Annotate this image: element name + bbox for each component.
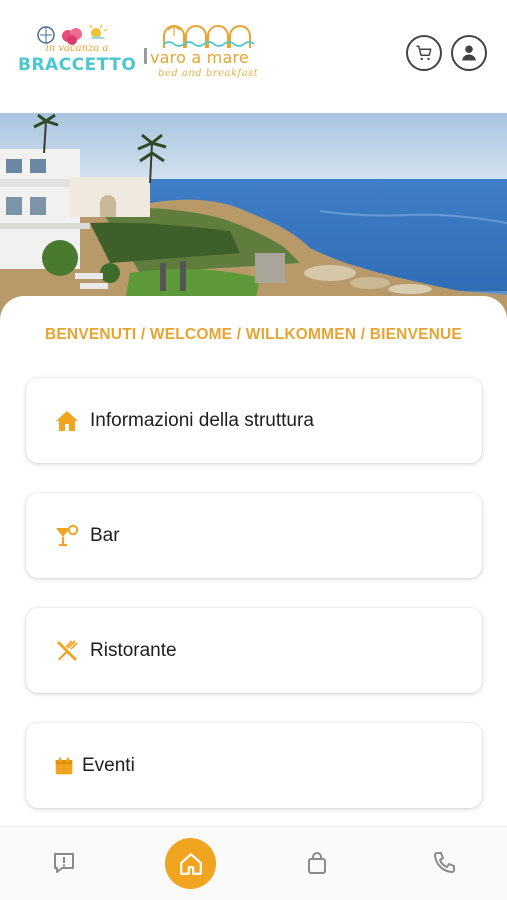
app-header: in vacanza a BRACCETTO varo a mare bed a… [0,0,507,104]
nav-home[interactable] [165,838,216,889]
user-icon [462,45,476,61]
utensils-icon [54,639,80,663]
varo-a-mare-logo[interactable]: varo a mare bed and breakfast [144,22,276,84]
braccetto-logo[interactable]: in vacanza a BRACCETTO [18,24,136,80]
calendar-icon [54,754,74,778]
nav-call[interactable] [430,849,458,877]
cart-button[interactable] [406,35,442,71]
bottom-navigation [0,826,507,900]
welcome-title: BENVENUTI / WELCOME / WILLKOMMEN / BIENV… [45,326,462,343]
home-icon [179,852,202,875]
menu-card-label: Informazioni della struttura [90,409,314,431]
phone-icon [434,852,455,873]
menu-card-restaurant[interactable]: Ristorante [26,608,482,693]
logo-name: varo a mare [150,48,249,67]
nav-shop[interactable] [303,849,331,877]
logo-subtitle: bed and breakfast [158,68,259,79]
account-button[interactable] [451,35,487,71]
content-sheet: BENVENUTI / WELCOME / WILLKOMMEN / BIENV… [0,296,507,826]
cart-icon [416,45,432,61]
menu-card-bar[interactable]: Bar [26,493,482,578]
menu-card-info[interactable]: Informazioni della struttura [26,378,482,463]
bag-icon [308,852,326,874]
menu-card-label: Ristorante [90,639,177,661]
message-alert-icon [54,853,74,873]
logo-tagline: in vacanza a [45,43,109,54]
nav-feedback[interactable] [50,849,78,877]
cocktail-icon [54,524,80,548]
menu-card-events[interactable]: Eventi [26,723,482,808]
home-icon [54,409,80,433]
logo-arches-icon [163,25,255,48]
logo-divider [144,48,147,64]
menu-card-label: Eventi [82,754,135,776]
menu-card-label: Bar [90,524,120,546]
logo-name: BRACCETTO [18,55,137,75]
